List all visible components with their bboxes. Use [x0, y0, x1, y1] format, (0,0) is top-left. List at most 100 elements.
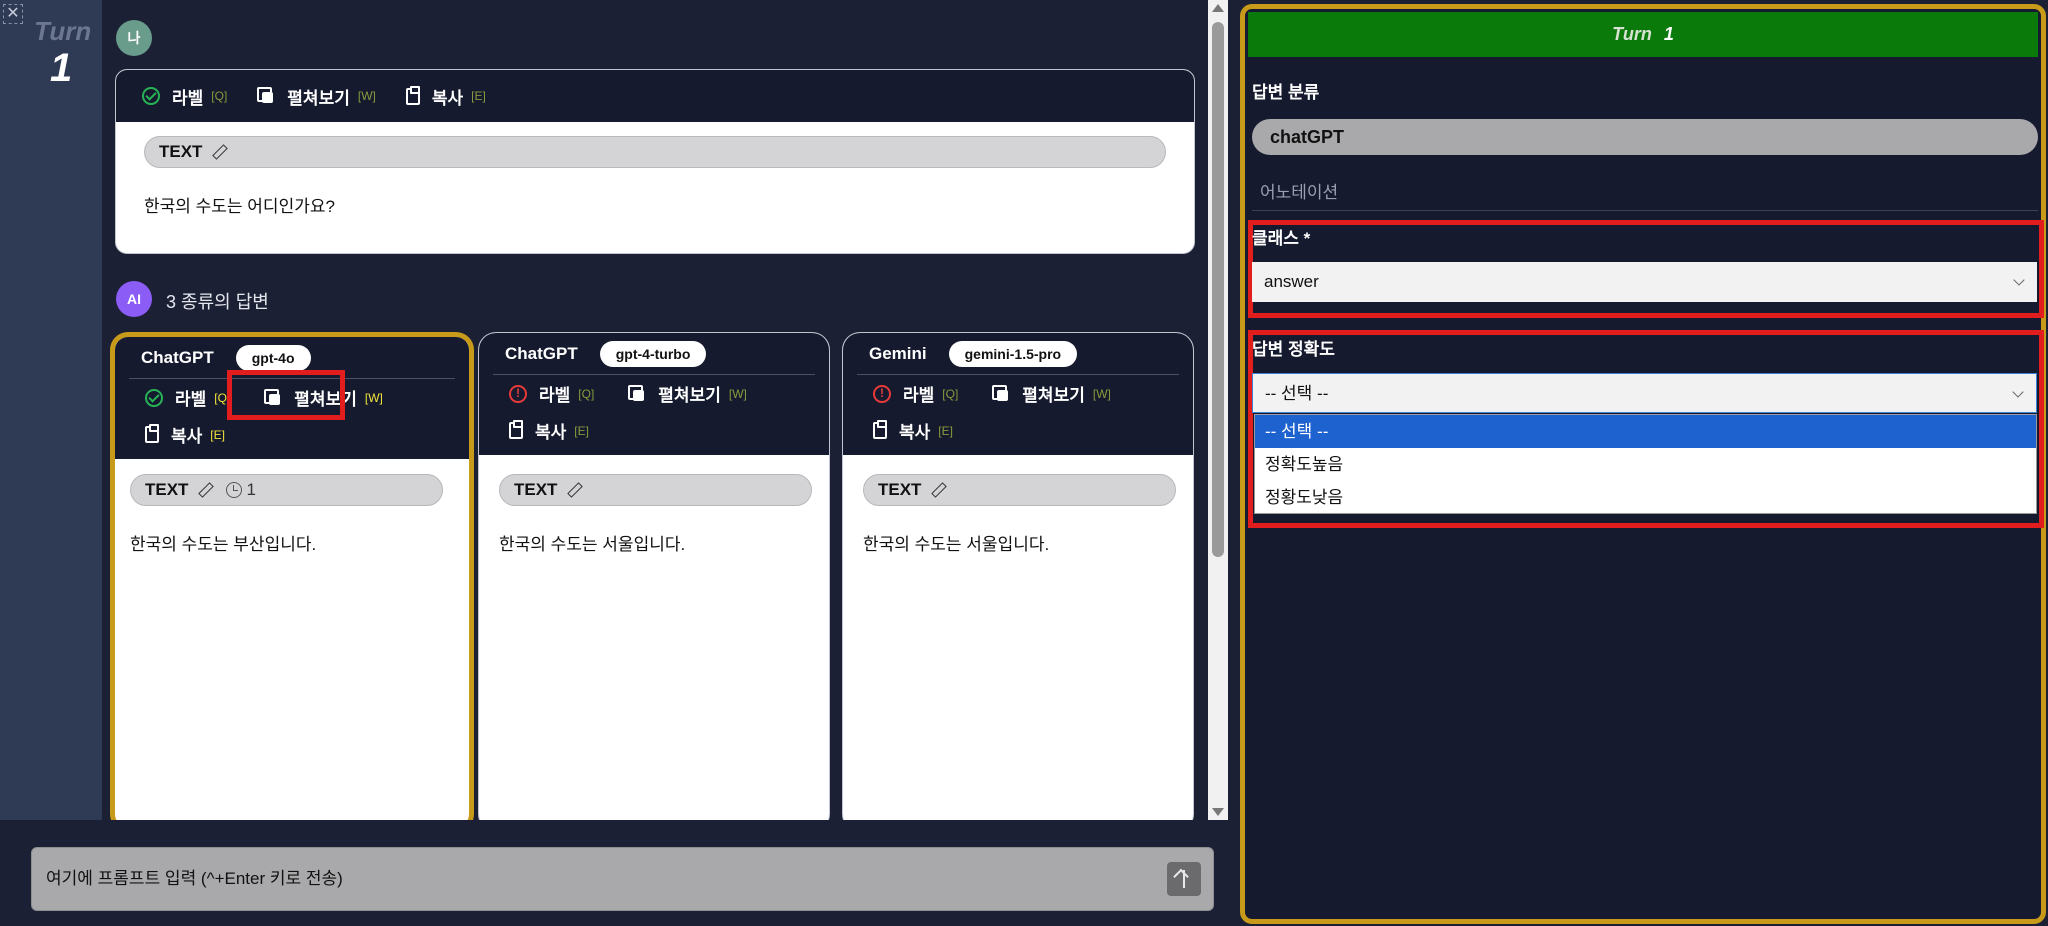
copy-button-text: 복사 — [899, 423, 931, 442]
model-badge: gemini-1.5-pro — [948, 340, 1078, 367]
accuracy-dropdown-list: -- 선택 -- 정확도높음 정황도낮음 — [1254, 414, 2037, 514]
shortcut-hint: [E] — [574, 423, 589, 438]
turn-column: ✕ Turn 1 — [0, 0, 102, 820]
close-icon[interactable]: ✕ — [3, 4, 23, 24]
answer-message-text: 한국의 수도는 부산입니다. — [130, 535, 317, 554]
accuracy-option[interactable]: -- 선택 -- — [1255, 415, 2036, 448]
pencil-icon[interactable] — [198, 483, 212, 497]
text-tag-label: TEXT — [514, 480, 558, 499]
class-select[interactable]: answer — [1252, 262, 2037, 302]
selected-source-pill[interactable]: chatGPT — [1252, 119, 2038, 155]
model-badge: gpt-4-turbo — [599, 340, 707, 367]
class-select-value: answer — [1264, 272, 1319, 291]
history-count: 1 — [246, 480, 256, 499]
user-message-card: 라벨 [Q] 펼쳐보기 [W] 복사 [E] TEXT 한국의 수도는 어디인가… — [115, 69, 1195, 254]
text-tag-label: TEXT — [145, 480, 189, 499]
annotation-panel: Turn 1 답변 분류 chatGPT 어노테이션 클래스 * answer 답… — [1228, 0, 2048, 926]
clipboard-icon — [509, 420, 523, 439]
answer-card-gemini-1-5-pro[interactable]: Gemini gemini-1.5-pro 라벨 [Q] 펼쳐보기 [W] — [842, 332, 1194, 820]
accuracy-select[interactable]: -- 선택 -- — [1252, 373, 2037, 413]
copy-button-text: 복사 — [431, 88, 464, 108]
answer-message-text: 한국의 수도는 서울입니다. — [499, 535, 686, 554]
class-field-label: 클래스 * — [1252, 229, 1311, 248]
accuracy-option[interactable]: 정황도낮음 — [1255, 481, 2036, 514]
label-button[interactable]: 라벨 [Q] — [509, 375, 594, 412]
ai-avatar: AI — [116, 281, 152, 317]
turn-number: 1 — [50, 46, 73, 90]
text-type-tag[interactable]: TEXT — [863, 474, 1176, 506]
turn-banner-label: Turn — [1612, 24, 1652, 44]
turn-label: Turn — [34, 16, 92, 46]
label-button-text: 라벨 — [175, 390, 207, 409]
shortcut-hint: [Q] — [211, 89, 228, 103]
message-scroll-area: 나 라벨 [Q] 펼쳐보기 [W] 복사 [E] TEXT 한국의 수도는 어디… — [102, 0, 1208, 820]
annotation-section-label: 어노테이션 — [1260, 183, 1339, 202]
answer-source-title: Gemini — [869, 343, 927, 363]
label-button-text: 라벨 — [539, 386, 571, 405]
label-button[interactable]: 라벨 [Q] — [145, 379, 230, 416]
clipboard-icon — [145, 424, 159, 443]
conversation-area: ✕ Turn 1 나 라벨 [Q] 펼쳐보기 [W] 복사 [E] TEXT 한… — [0, 0, 1228, 926]
label-button[interactable]: 라벨 [Q] — [142, 78, 227, 114]
clipboard-icon — [405, 85, 420, 105]
answer-toolbar: ChatGPT gpt-4-turbo 라벨 [Q] 펼쳐보기 [W] — [479, 333, 829, 455]
prompt-area — [0, 820, 1228, 926]
user-avatar: 나 — [116, 20, 152, 56]
user-message-text: 한국의 수도는 어디인가요? — [144, 197, 335, 216]
accuracy-field-label: 답변 정확도 — [1252, 340, 1335, 359]
answer-card-header: ChatGPT gpt-4-turbo — [493, 333, 815, 375]
model-badge: gpt-4o — [235, 344, 311, 371]
text-tag-label: TEXT — [878, 480, 922, 499]
send-arrow-icon[interactable] — [1167, 862, 1201, 896]
shortcut-hint: [Q] — [942, 386, 959, 401]
label-button-text: 라벨 — [172, 88, 204, 108]
divider — [1252, 210, 2038, 211]
highlight-box-label-button — [227, 370, 345, 420]
expand-button[interactable]: 펼쳐보기 [W] — [628, 375, 747, 412]
pencil-icon[interactable] — [931, 483, 945, 497]
turn-banner: Turn 1 — [1248, 12, 2038, 57]
label-button[interactable]: 라벨 [Q] — [873, 375, 958, 412]
shortcut-hint: [W] — [364, 390, 383, 405]
pencil-icon[interactable] — [567, 483, 581, 497]
answer-card-chatgpt-gpt-4-turbo[interactable]: ChatGPT gpt-4-turbo 라벨 [Q] 펼쳐보기 [W] — [478, 332, 830, 820]
scroll-down-arrow-icon[interactable] — [1212, 808, 1224, 816]
copy-button[interactable]: 복사 [E] — [405, 78, 486, 114]
shortcut-hint: [E] — [938, 423, 953, 438]
shortcut-hint: [W] — [1092, 386, 1111, 401]
shortcut-hint: [W] — [357, 89, 376, 103]
alert-icon — [873, 384, 891, 403]
shortcut-hint: [E] — [471, 89, 486, 103]
text-type-tag[interactable]: TEXT 1 — [130, 474, 443, 506]
copy-button[interactable]: 복사 [E] — [873, 412, 953, 449]
copy-button[interactable]: 복사 [E] — [509, 412, 589, 449]
turn-banner-number: 1 — [1663, 24, 1674, 44]
answer-card-header: Gemini gemini-1.5-pro — [857, 333, 1179, 375]
accuracy-select-value: -- 선택 -- — [1265, 384, 1329, 403]
answer-source-title: ChatGPT — [141, 347, 214, 367]
copy-button[interactable]: 복사 [E] — [145, 416, 225, 453]
prompt-input[interactable] — [46, 848, 1146, 910]
vertical-scrollbar[interactable] — [1208, 0, 1228, 820]
text-type-tag[interactable]: TEXT — [144, 136, 1166, 168]
clipboard-icon — [873, 420, 887, 439]
scrollbar-thumb[interactable] — [1212, 22, 1224, 557]
expand-button-text: 펼쳐보기 — [658, 386, 721, 405]
expand-button-text: 펼쳐보기 — [1022, 386, 1085, 405]
label-button-text: 라벨 — [903, 386, 935, 405]
check-icon — [145, 388, 163, 407]
accuracy-option[interactable]: 정확도높음 — [1255, 448, 2036, 481]
scroll-up-arrow-icon[interactable] — [1212, 4, 1224, 12]
text-type-tag[interactable]: TEXT — [499, 474, 812, 506]
answer-toolbar: Gemini gemini-1.5-pro 라벨 [Q] 펼쳐보기 [W] — [843, 333, 1193, 455]
classification-label: 답변 분류 — [1252, 83, 1320, 102]
copy-button-text: 복사 — [171, 427, 203, 446]
expand-button-text: 펼쳐보기 — [287, 88, 350, 108]
answer-count-label: 3 종류의 답변 — [166, 292, 269, 312]
prompt-box — [31, 847, 1214, 911]
history-icon[interactable] — [226, 482, 243, 498]
shortcut-hint: [W] — [728, 386, 747, 401]
pencil-icon[interactable] — [212, 145, 226, 159]
expand-button[interactable]: 펼쳐보기 [W] — [257, 78, 376, 114]
expand-button[interactable]: 펼쳐보기 [W] — [992, 375, 1111, 412]
